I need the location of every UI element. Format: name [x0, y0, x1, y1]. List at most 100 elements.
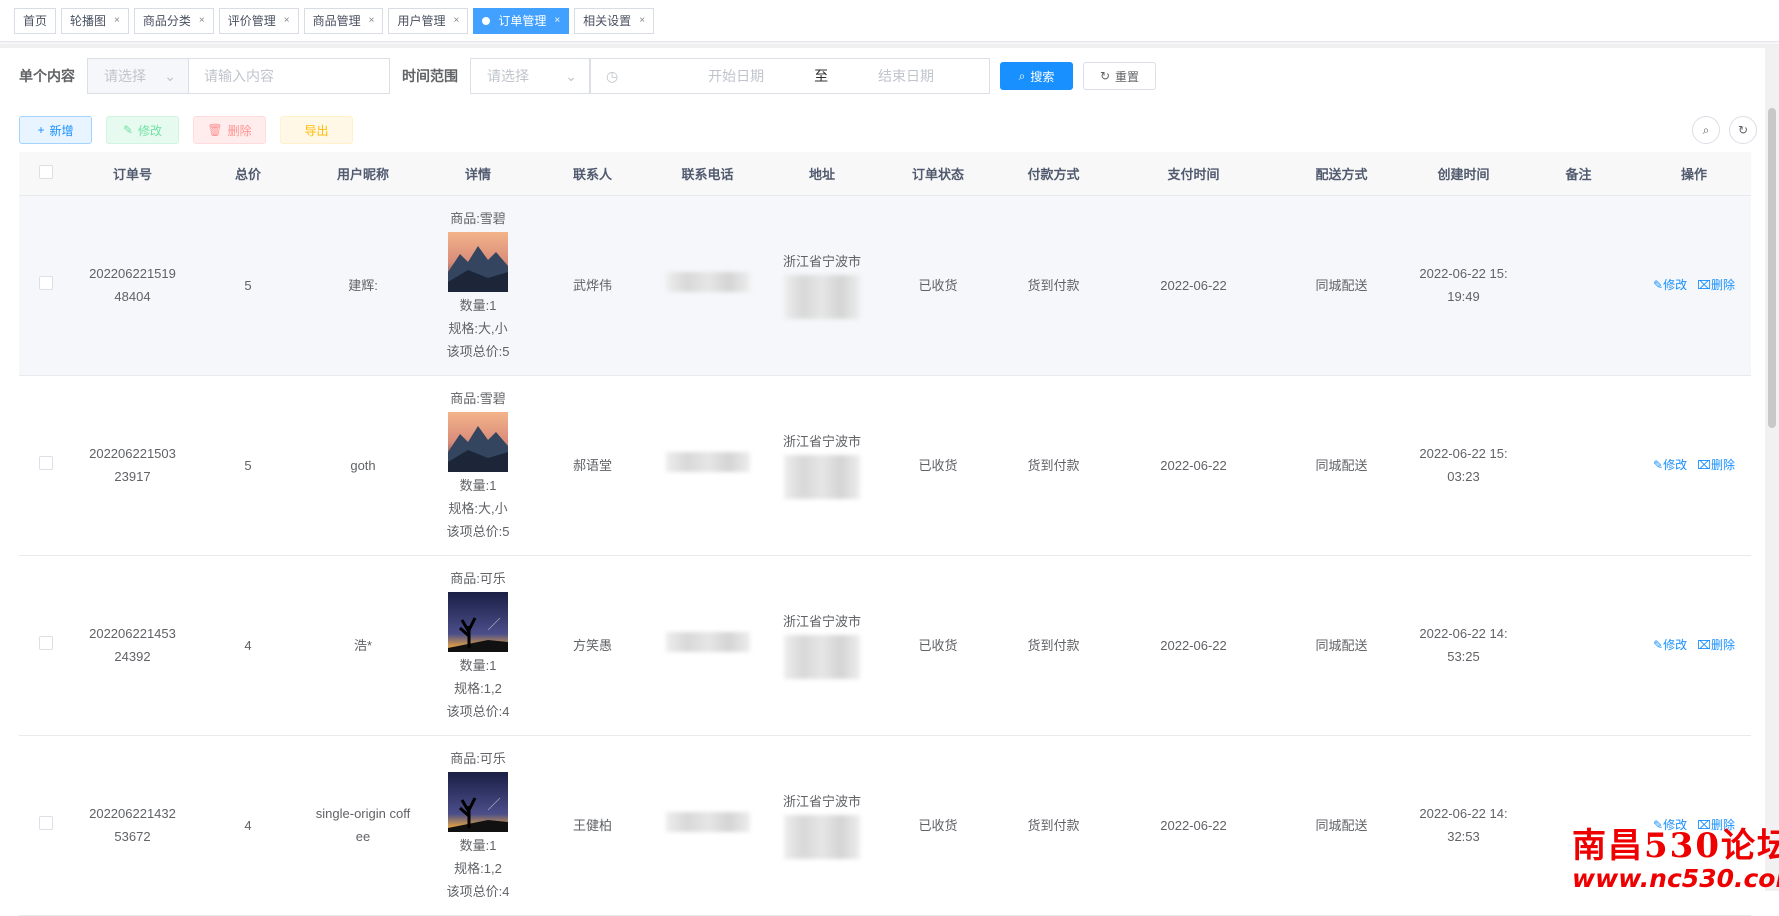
- add-button[interactable]: + 新增: [19, 116, 92, 144]
- column-header: 订单状态: [880, 152, 996, 196]
- search-icon: ⌕: [1702, 122, 1710, 137]
- tab-5[interactable]: 用户管理 ×: [388, 8, 469, 34]
- tab-label: 首页: [23, 14, 48, 28]
- product-image: [422, 232, 534, 292]
- refresh-button[interactable]: ↻: [1729, 116, 1757, 144]
- row-checkbox[interactable]: [39, 275, 53, 290]
- edit-icon: ✎: [1653, 278, 1664, 292]
- reset-button[interactable]: ↻ 重置: [1083, 62, 1156, 90]
- created-part1: 2022-06-22 15:: [1419, 266, 1508, 281]
- delete-label: 删除: [227, 123, 252, 138]
- contact-cell: 方笑愚: [534, 555, 651, 736]
- delivery-method: 同城配送: [1315, 457, 1368, 473]
- close-icon[interactable]: ×: [369, 9, 375, 33]
- row-delete-link[interactable]: ⌧删除: [1697, 278, 1735, 292]
- phone-cell: [651, 555, 764, 736]
- row-edit-link[interactable]: ✎修改: [1653, 278, 1687, 292]
- tab-1[interactable]: 轮播图 ×: [61, 8, 129, 34]
- search-button[interactable]: ⌕ 搜索: [1000, 62, 1073, 90]
- table-row[interactable]: 202206221519 48404 5 建辉: 商品:雪碧 数量:1 规格:大,小 该项总价…: [19, 195, 1751, 376]
- actions-cell: ✎修改 ⌧删除: [1637, 195, 1751, 376]
- total-cell: 5: [192, 375, 304, 556]
- close-icon[interactable]: ×: [554, 9, 560, 33]
- column-header: 详情: [422, 152, 534, 196]
- tab-0[interactable]: 首页: [14, 8, 57, 34]
- total: 4: [244, 817, 252, 833]
- column-header: 配送方式: [1276, 152, 1407, 196]
- date-range-picker[interactable]: ◷ 开始日期 至 结束日期: [590, 58, 990, 94]
- blurred-phone: [665, 271, 750, 292]
- quantity: 数量:1: [459, 658, 497, 673]
- trash-icon: 🗑: [207, 123, 223, 137]
- single-content-select[interactable]: 请选择 ⌄: [87, 58, 188, 94]
- order-no-part2: 24392: [114, 649, 151, 664]
- table-row[interactable]: 202206221432 53672 4 single-origin coffee 商品…: [19, 735, 1751, 916]
- content-input[interactable]: 请输入内容: [188, 58, 390, 94]
- contact: 方笑愚: [572, 637, 612, 653]
- product-image: [422, 772, 534, 832]
- column-header: 联系人: [534, 152, 651, 196]
- tab-label: 用户管理: [397, 14, 446, 28]
- blurred-address: [784, 274, 860, 319]
- detail-cell: 商品:雪碧 数量:1 规格:大,小 该项总价:5: [422, 195, 534, 376]
- select-all-cell: [19, 152, 73, 196]
- quantity: 数量:1: [459, 838, 497, 853]
- close-icon[interactable]: ×: [199, 9, 205, 33]
- delete-button[interactable]: 🗑 删除: [193, 116, 266, 144]
- address: 浙江省宁波市: [782, 613, 861, 629]
- row-delete-link[interactable]: ⌧删除: [1697, 638, 1735, 652]
- time-range-label: 时间范围: [402, 68, 458, 84]
- row-delete-link[interactable]: ⌧删除: [1697, 458, 1735, 472]
- clock-icon: ◷: [606, 67, 619, 84]
- end-date[interactable]: 结束日期: [878, 66, 934, 86]
- start-date[interactable]: 开始日期: [708, 66, 764, 86]
- scrollbar-thumb[interactable]: [1768, 108, 1776, 428]
- close-icon[interactable]: ×: [284, 9, 290, 33]
- order-no-part1: 202206221503: [89, 446, 176, 461]
- nickname: goth: [350, 457, 376, 473]
- row-edit-link[interactable]: ✎修改: [1653, 458, 1687, 472]
- checkbox-cell: [19, 735, 73, 916]
- row-edit-link[interactable]: ✎修改: [1653, 638, 1687, 652]
- delivery-method: 同城配送: [1315, 277, 1368, 293]
- checkbox-cell: [19, 555, 73, 736]
- row-checkbox[interactable]: [39, 815, 53, 830]
- tab-7[interactable]: 相关设置 ×: [574, 8, 655, 34]
- close-icon[interactable]: ×: [453, 9, 459, 33]
- spec: 规格:大,小: [448, 321, 508, 336]
- time-range-select[interactable]: 请选择 ⌄: [470, 58, 590, 94]
- address-cell: 浙江省宁波市: [764, 735, 880, 916]
- pay-time: 2022-06-22: [1160, 637, 1227, 653]
- total-cell: 4: [192, 555, 304, 736]
- tab-2[interactable]: 商品分类 ×: [133, 8, 214, 34]
- contact: 王健柏: [572, 817, 612, 833]
- delivery-method: 同城配送: [1315, 817, 1368, 833]
- payment-method: 货到付款: [1027, 637, 1080, 653]
- row-checkbox[interactable]: [39, 635, 53, 650]
- select-all-checkbox[interactable]: [39, 164, 53, 179]
- row-checkbox[interactable]: [39, 455, 53, 470]
- tab-3[interactable]: 评价管理 ×: [218, 8, 299, 34]
- order-no-part2: 48404: [114, 289, 151, 304]
- spec: 规格:大,小: [448, 501, 508, 516]
- delivery-cell: 同城配送: [1276, 375, 1407, 556]
- scrollbar[interactable]: [1765, 48, 1779, 891]
- detail-cell: 商品:可乐 数量:1 规格:1,2 该项总价:4: [422, 555, 534, 736]
- close-icon[interactable]: ×: [639, 9, 645, 33]
- tab-label: 评价管理: [227, 14, 276, 28]
- close-icon[interactable]: ×: [114, 9, 120, 33]
- blurred-address: [784, 634, 860, 679]
- order-no-part2: 23917: [114, 469, 151, 484]
- status-cell: 已收货: [880, 375, 996, 556]
- toggle-search-button[interactable]: ⌕: [1692, 116, 1720, 144]
- table-row[interactable]: 202206221503 23917 5 goth 商品:雪碧 数量:1 规格:大,小 该项总…: [19, 375, 1751, 556]
- chevron-down-icon: ⌄: [164, 67, 176, 84]
- remark-cell: [1520, 195, 1637, 376]
- tab-4[interactable]: 商品管理 ×: [303, 8, 384, 34]
- edit-button[interactable]: ✎ 修改: [106, 116, 179, 144]
- actions-cell: ✎修改 ⌧删除: [1637, 375, 1751, 556]
- tab-6[interactable]: 订单管理 ×: [473, 8, 570, 34]
- export-button[interactable]: 导出: [280, 116, 353, 144]
- trash-icon: ⌧: [1697, 458, 1711, 472]
- table-row[interactable]: 202206221453 24392 4 浩* 商品:可乐 数量:1 规格:1,2 该项总价:…: [19, 555, 1751, 736]
